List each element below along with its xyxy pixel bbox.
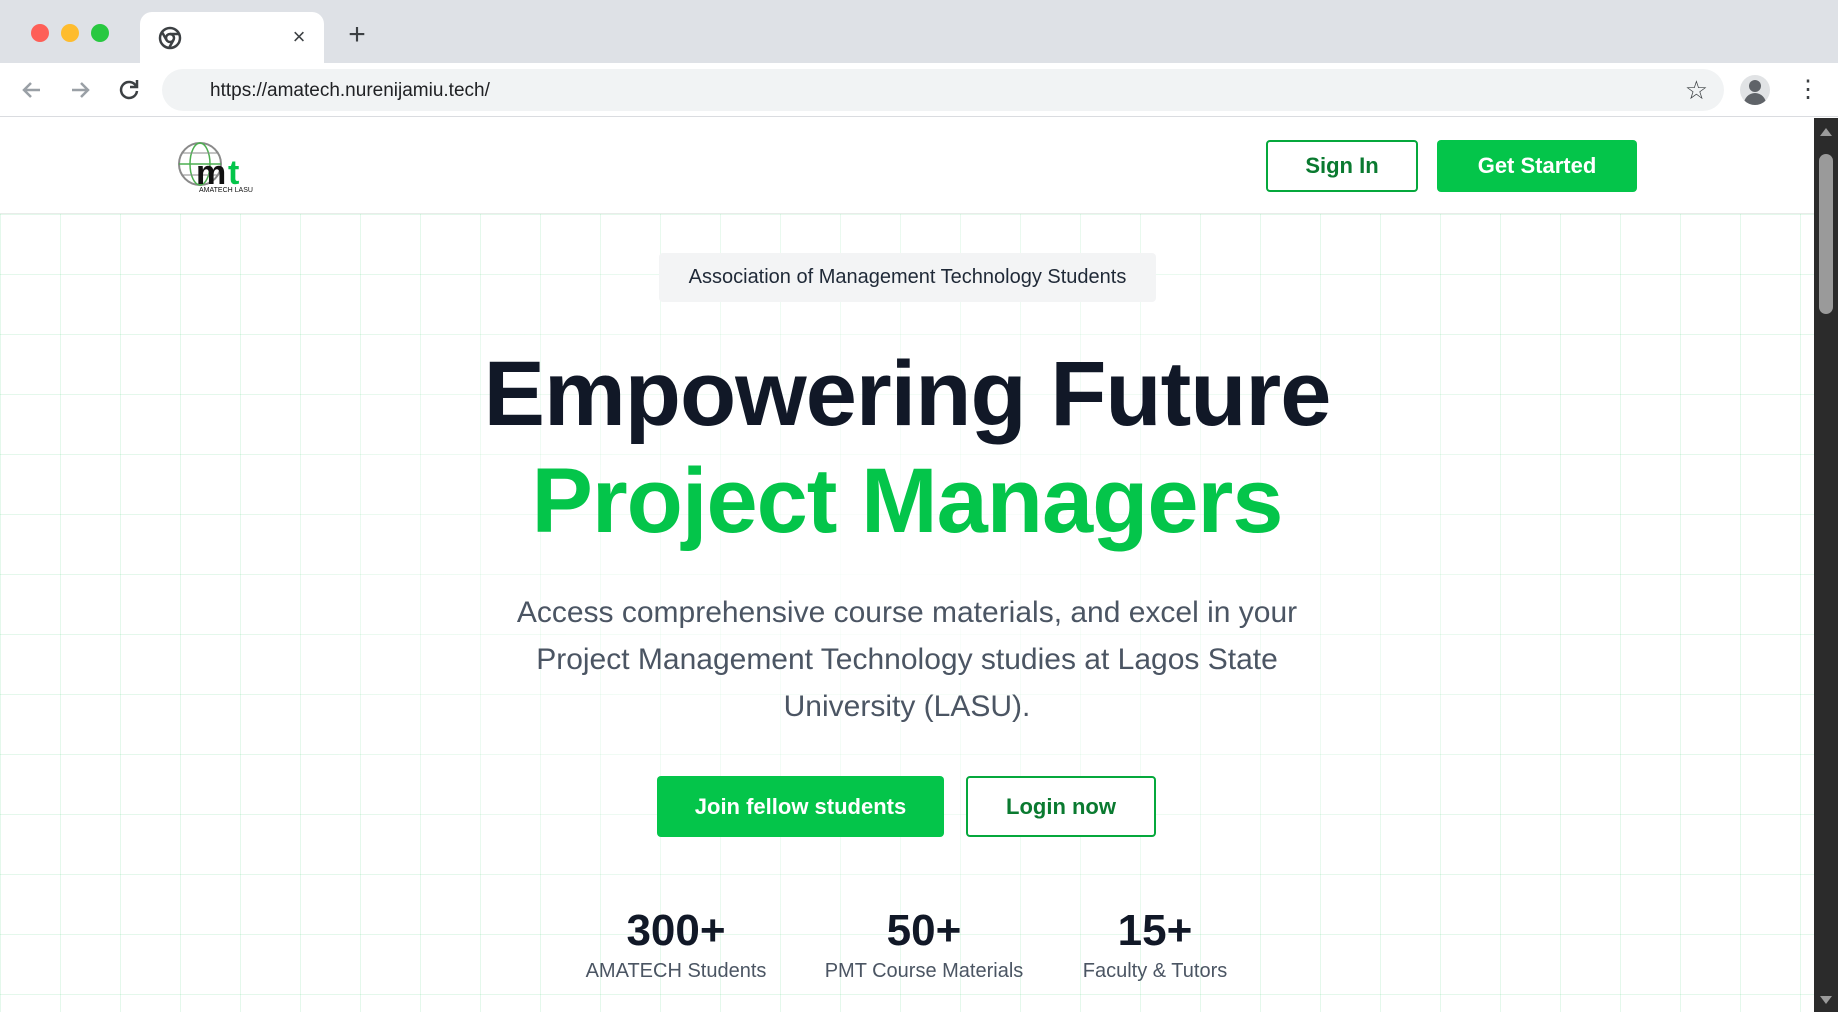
page-viewport: Association of Management Technology Stu… — [0, 118, 1814, 1012]
site-header: m t AMATECH LASU Sign In Get Started — [0, 118, 1814, 214]
bookmark-star-icon[interactable]: ☆ — [1685, 76, 1708, 104]
stat-value: 300+ — [626, 906, 726, 955]
join-students-button[interactable]: Join fellow students — [657, 776, 944, 837]
close-tab-icon[interactable]: × — [286, 24, 312, 50]
profile-head-shape — [1749, 80, 1761, 92]
hero-subtitle: Access comprehensive course materials, a… — [516, 596, 1298, 723]
stat-faculty: 15+ Faculty & Tutors — [1055, 904, 1255, 984]
get-started-button[interactable]: Get Started — [1437, 140, 1637, 192]
stat-course-materials: 50+ PMT Course Materials — [814, 904, 1034, 984]
page-scrollbar[interactable] — [1814, 118, 1838, 1012]
browser-menu-icon[interactable]: ⋮ — [1796, 76, 1820, 104]
hero-title-line1: Empowering Future — [483, 343, 1332, 445]
login-now-button[interactable]: Login now — [966, 776, 1156, 837]
scroll-up-arrow-icon[interactable] — [1820, 128, 1832, 136]
url-text[interactable]: https://amatech.nurenijamiu.tech/ — [210, 80, 490, 102]
stat-label: PMT Course Materials — [824, 960, 1024, 982]
sign-in-button[interactable]: Sign In — [1266, 140, 1418, 192]
chrome-favicon-icon — [158, 26, 182, 50]
amatech-logo[interactable]: m t AMATECH LASU — [176, 138, 254, 194]
logo-subtext: AMATECH LASU — [199, 187, 253, 194]
profile-avatar-icon[interactable] — [1740, 75, 1770, 105]
minimize-window-button[interactable] — [61, 24, 79, 42]
forward-arrow-icon[interactable] — [64, 74, 96, 106]
association-badge: Association of Management Technology Stu… — [659, 253, 1156, 302]
address-bar[interactable]: https://amatech.nurenijamiu.tech/ ☆ — [162, 69, 1724, 111]
browser-tab[interactable]: × — [140, 12, 324, 63]
browser-tab-bar: × + — [0, 0, 1838, 63]
stat-students: 300+ AMATECH Students — [576, 904, 776, 984]
new-tab-button[interactable]: + — [342, 20, 372, 50]
hero-title-line2: Project Managers — [531, 450, 1284, 552]
profile-body-shape — [1744, 93, 1766, 105]
stat-value: 15+ — [1117, 906, 1193, 955]
browser-toolbar: https://amatech.nurenijamiu.tech/ ☆ ⋮ — [0, 63, 1838, 117]
stat-label: Faculty & Tutors — [1082, 960, 1228, 982]
scrollbar-thumb[interactable] — [1819, 154, 1833, 314]
close-window-button[interactable] — [31, 24, 49, 42]
maximize-window-button[interactable] — [91, 24, 109, 42]
stat-value: 50+ — [886, 906, 962, 955]
scroll-down-arrow-icon[interactable] — [1820, 996, 1832, 1004]
stat-label: AMATECH Students — [585, 960, 767, 982]
reload-icon[interactable] — [113, 74, 145, 106]
hero-section: Association of Management Technology Stu… — [0, 214, 1814, 1012]
back-arrow-icon[interactable] — [16, 74, 48, 106]
